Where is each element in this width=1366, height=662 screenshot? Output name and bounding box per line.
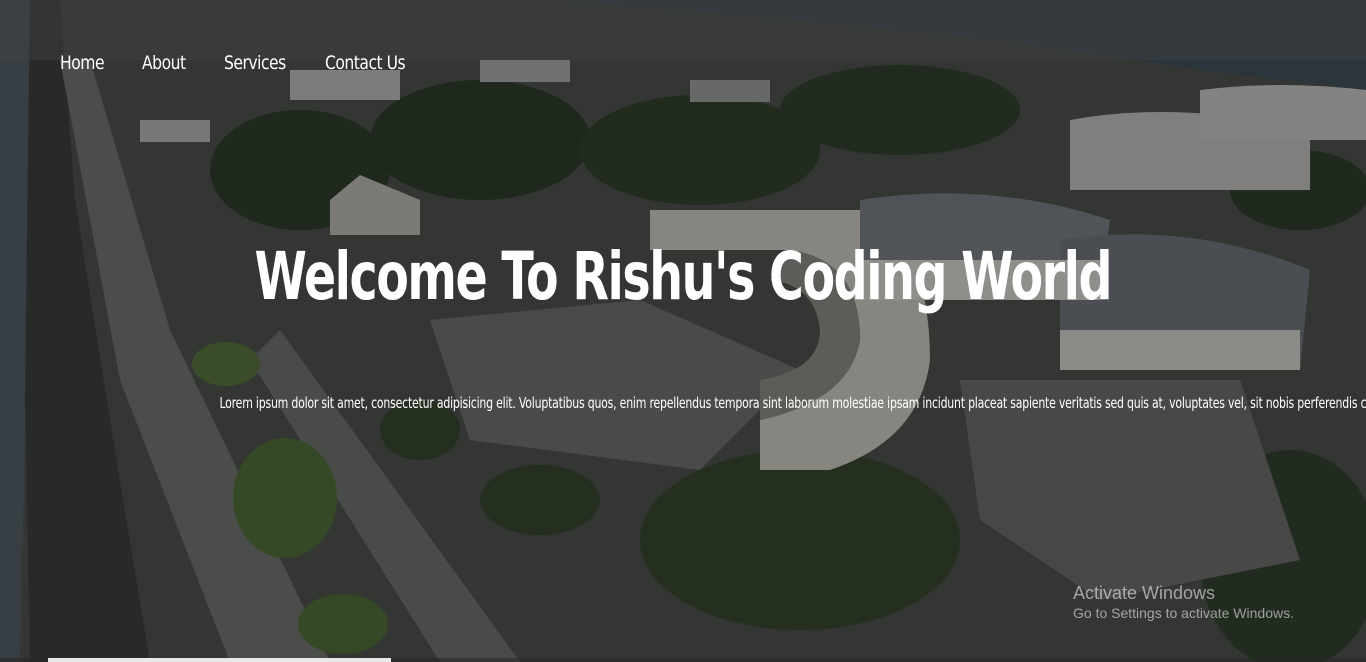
watermark-subtitle: Go to Settings to activate Windows. bbox=[1073, 605, 1294, 621]
main-navigation: Home About Services Contact Us bbox=[60, 52, 445, 74]
landing-page: Home About Services Contact Us Welcome T… bbox=[0, 0, 1366, 662]
scrollbar-thumb[interactable] bbox=[48, 658, 391, 662]
hero-paragraph: Lorem ipsum dolor sit amet, consectetur … bbox=[0, 394, 1366, 412]
hero-heading: Welcome To Rishu's Coding World bbox=[0, 238, 1366, 315]
nav-link-contact-us[interactable]: Contact Us bbox=[325, 52, 423, 74]
nav-link-about[interactable]: About bbox=[142, 52, 209, 74]
watermark-title: Activate Windows bbox=[1073, 583, 1216, 603]
nav-link-home[interactable]: Home bbox=[60, 52, 127, 74]
activate-windows-watermark: Activate Windows Go to Settings to activ… bbox=[1073, 582, 1294, 622]
nav-link-services[interactable]: Services bbox=[224, 52, 307, 74]
dark-overlay bbox=[0, 0, 1366, 662]
hero-paragraph-text: Lorem ipsum dolor sit amet, consectetur … bbox=[219, 394, 1366, 412]
hero-heading-text: Welcome To Rishu's Coding World bbox=[254, 238, 1113, 315]
